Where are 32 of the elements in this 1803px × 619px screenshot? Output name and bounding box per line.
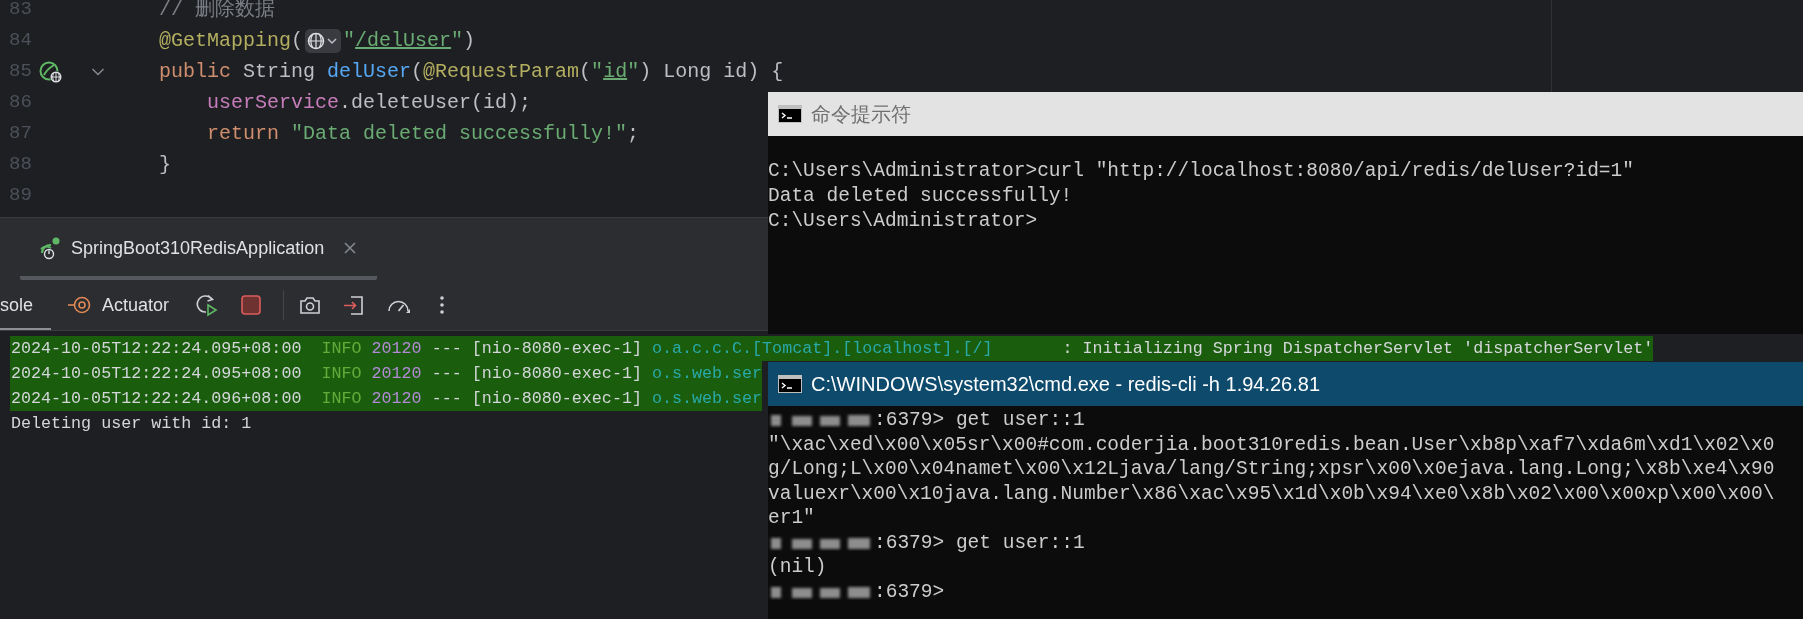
code-text: userService.deleteUser(id); — [207, 90, 532, 116]
terminal-icon — [778, 105, 802, 123]
terminal-text: "\xac\xed\x00\x05sr\x00#com.coderjia.boot310redis.bean.User\xb8p\xaf7\xda6m\xd1\x02\x0 — [768, 432, 1775, 457]
terminal-text: er1" — [768, 506, 815, 531]
terminal-text: C:\Users\Administrator> — [768, 209, 1038, 234]
run-icon[interactable] — [38, 59, 64, 84]
app-run-icon — [38, 236, 62, 260]
stop-icon[interactable] — [239, 293, 264, 317]
tool-tab[interactable]: sole — [0, 280, 52, 330]
terminal-text: Data deleted successfully! — [768, 184, 1073, 209]
terminal-text: :6379> — [874, 579, 945, 604]
log-line: Deleting user with id: 1 — [10, 413, 252, 435]
code-text: return "Data deleted successfully!"; — [207, 121, 640, 147]
terminal-text: C:\Users\Administrator>curl "http://localhost:8080/api/redis/delUser?id=1" — [768, 159, 1634, 184]
code-text: public String delUser(@RequestParam("id") Long id) { — [159, 59, 784, 85]
code-text: @GetMapping( — [159, 28, 304, 54]
terminal-text: :6379> get user::1 — [874, 530, 1085, 555]
terminal-text: valuexr\x00\x10java.lang.Number\x86\xac\x95\x1d\x0b\x94\xe0\x8b\x02\x00\x00xp\x00\x00\ — [768, 481, 1775, 506]
terminal-text: :6379> get user::1 — [874, 408, 1085, 433]
terminal-icon — [778, 375, 802, 393]
window-title: 命令提示符 — [811, 101, 911, 127]
code-text: "/delUser") — [343, 28, 476, 54]
fold-chevron-icon[interactable] — [91, 66, 105, 77]
globe-dropdown-icon[interactable] — [305, 28, 342, 53]
window-title: C:\WINDOWS\system32\cmd.exe - redis-cli -h 1.94.26.81 — [811, 372, 1321, 396]
target-icon — [68, 295, 93, 315]
terminal-text: g/Long;L\x00\x04namet\x00\x12Ljava/lang/String;xpsr\x00\x0ejava.lang.Long;\x8b\xe4\x90 — [768, 457, 1775, 482]
code-text: } — [159, 152, 171, 178]
terminal-text: (nil) — [768, 555, 827, 580]
tool-tab[interactable]: Actuator — [68, 280, 170, 330]
rerun-icon[interactable] — [195, 293, 220, 317]
close-icon[interactable] — [343, 241, 358, 255]
